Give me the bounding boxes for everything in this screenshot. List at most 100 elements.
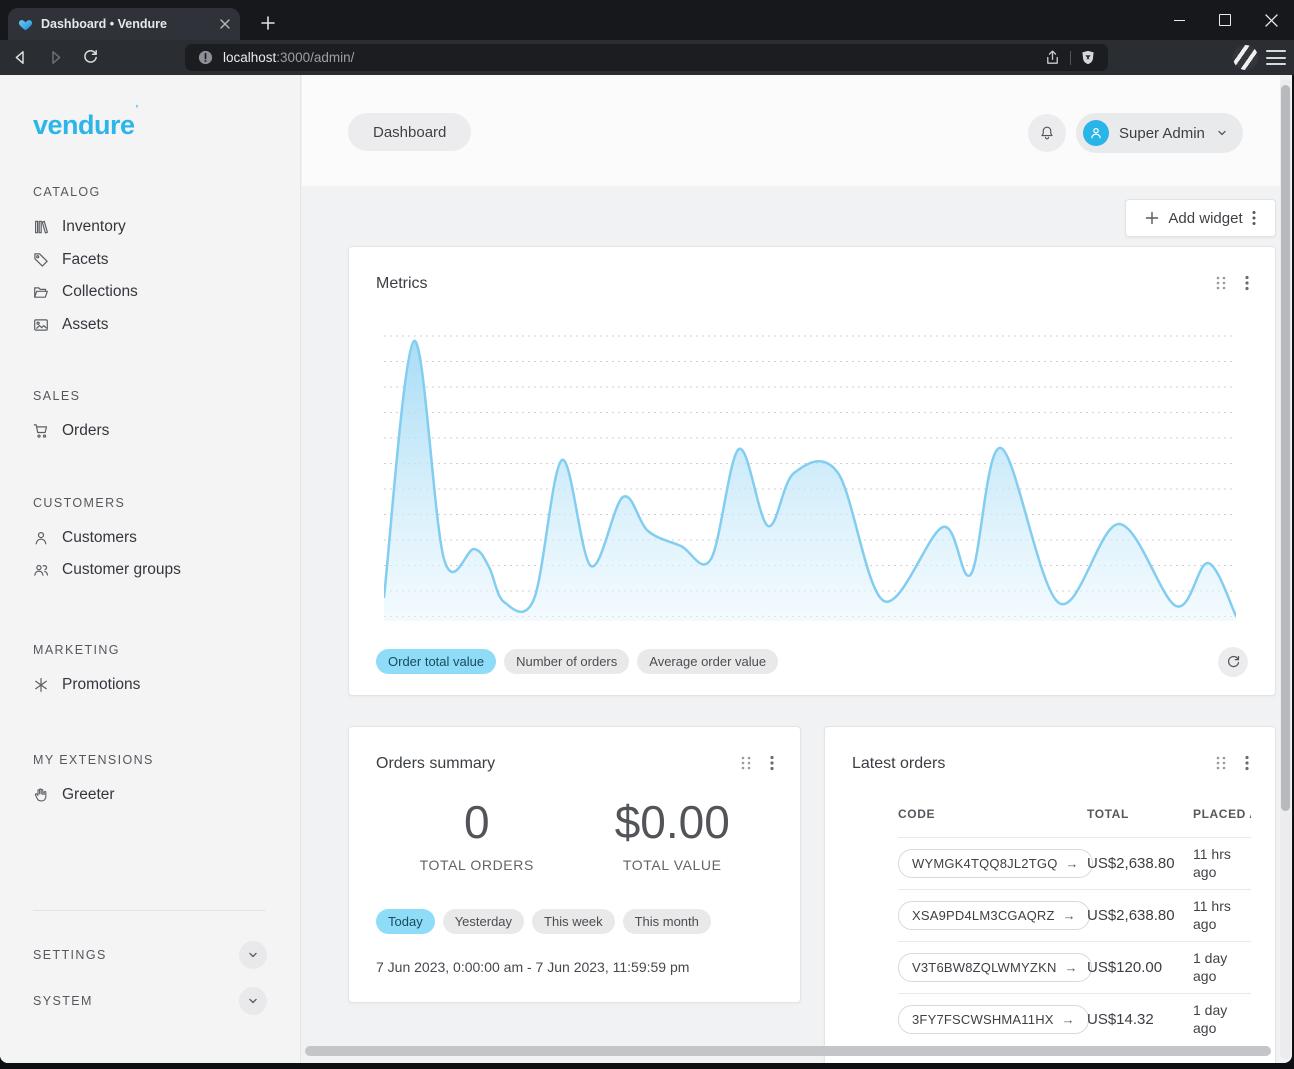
- sidebar-item-assets[interactable]: Assets: [33, 309, 267, 342]
- arrow-right-icon: →: [1063, 908, 1076, 923]
- profile-avatar[interactable]: [1233, 45, 1258, 70]
- menu-icon[interactable]: [1266, 48, 1286, 67]
- sidebar-item-settings[interactable]: SETTINGS: [33, 935, 267, 975]
- sidebar-item-promotions[interactable]: Promotions: [33, 669, 267, 702]
- image-icon: [33, 317, 49, 333]
- kebab-menu-icon[interactable]: [1252, 210, 1256, 226]
- order-code-link[interactable]: 3FY7FSCWSHMA11HX →: [898, 1005, 1089, 1034]
- sidebar-item-customers[interactable]: Customers: [33, 522, 267, 555]
- drag-handle-icon[interactable]: [1215, 755, 1227, 771]
- brave-shield-icon[interactable]: [1080, 49, 1096, 66]
- nav-item-label: Customers: [62, 529, 137, 547]
- tab-order-total-value[interactable]: Order total value: [376, 649, 496, 674]
- orders-summary-widget: Orders summary 0 TOTAL ORDERS $0.00 TOTA…: [348, 726, 801, 1003]
- table-header: CODE TOTAL PLACED AT: [898, 807, 1251, 837]
- order-total: US$2,638.80: [1087, 907, 1193, 924]
- drag-handle-icon[interactable]: [740, 755, 752, 771]
- tab-number-of-orders[interactable]: Number of orders: [504, 649, 629, 674]
- range-yesterday[interactable]: Yesterday: [443, 909, 524, 934]
- main-content: Dashboard Super Admin Add widget: [302, 75, 1280, 1063]
- tab-average-order-value[interactable]: Average order value: [637, 649, 778, 674]
- nav-section-sales: SALES: [33, 389, 267, 403]
- order-placed-at: 1 day ago: [1193, 950, 1251, 985]
- tab-close-icon[interactable]: [220, 19, 230, 29]
- share-icon[interactable]: [1044, 49, 1061, 66]
- browser-toolbar: localhost:3000/admin/: [0, 40, 1294, 75]
- latest-orders-table: CODE TOTAL PLACED AT WYMGK4TQQ8JL2TGQ→ U…: [898, 807, 1251, 1045]
- settings-expand-button[interactable]: [239, 941, 267, 969]
- summary-stats: 0 TOTAL ORDERS $0.00 TOTAL VALUE: [349, 799, 800, 873]
- chevron-down-icon: [1215, 126, 1229, 140]
- range-this-month[interactable]: This month: [623, 909, 711, 934]
- vertical-scrollbar[interactable]: [1280, 79, 1291, 1059]
- sidebar-item-system[interactable]: SYSTEM: [33, 981, 267, 1021]
- window-close-button[interactable]: [1248, 0, 1294, 40]
- drag-handle-icon[interactable]: [1215, 275, 1227, 291]
- add-widget-button[interactable]: Add widget: [1125, 199, 1276, 237]
- refresh-icon: [1226, 655, 1241, 670]
- breadcrumb[interactable]: Dashboard: [348, 113, 471, 151]
- browser-tabstrip: Dashboard • Vendure: [0, 0, 1294, 40]
- nav-item-label: Greeter: [62, 786, 115, 804]
- settings-label: SETTINGS: [33, 948, 107, 962]
- back-button[interactable]: [5, 44, 35, 72]
- stat-total-value: $0.00 TOTAL VALUE: [575, 799, 771, 873]
- sidebar-item-collections[interactable]: Collections: [33, 276, 267, 309]
- orders-summary-title: Orders summary: [376, 755, 495, 773]
- order-code: 3FY7FSCWSHMA11HX: [912, 1012, 1054, 1027]
- stat-total-orders: 0 TOTAL ORDERS: [379, 799, 575, 873]
- order-code-link[interactable]: V3T6BW8ZQLWMYZKN→: [898, 953, 1092, 982]
- nav-item-label: Orders: [62, 422, 109, 440]
- sidebar-item-inventory[interactable]: Inventory: [33, 211, 267, 244]
- browser-window: Dashboard • Vendure localhost: [0, 0, 1294, 1069]
- summary-date-range: 7 Jun 2023, 0:00:00 am - 7 Jun 2023, 11:…: [376, 959, 689, 975]
- total-orders-value: 0: [379, 799, 575, 845]
- order-total: US$14.32: [1087, 1011, 1193, 1028]
- notifications-button[interactable]: [1028, 114, 1066, 152]
- logo-mark: ’: [136, 104, 138, 115]
- range-today[interactable]: Today: [376, 909, 435, 934]
- vendure-favicon: [18, 17, 33, 32]
- nav-item-label: Facets: [62, 251, 109, 269]
- divider: [1070, 51, 1071, 65]
- sidebar-item-greeter[interactable]: Greeter: [33, 779, 267, 812]
- window-minimize-button[interactable]: [1156, 0, 1202, 40]
- arrow-right-icon: →: [1062, 1012, 1075, 1027]
- nav-section-catalog: CATALOG: [33, 185, 267, 199]
- sidebar-item-customer-groups[interactable]: Customer groups: [33, 554, 267, 587]
- url-bar[interactable]: localhost:3000/admin/: [185, 44, 1108, 71]
- forward-button[interactable]: [40, 44, 70, 72]
- nav-section-customers: CUSTOMERS: [33, 496, 267, 510]
- order-code-link[interactable]: XSA9PD4LM3CGAQRZ →: [898, 901, 1090, 930]
- kebab-menu-icon[interactable]: [770, 755, 774, 771]
- url-text: localhost:3000/admin/: [223, 50, 354, 65]
- nav-item-label: Collections: [62, 283, 138, 301]
- window-maximize-button[interactable]: [1202, 0, 1248, 40]
- user-menu[interactable]: Super Admin: [1076, 113, 1243, 153]
- range-this-week[interactable]: This week: [532, 909, 615, 934]
- kebab-menu-icon[interactable]: [1245, 275, 1249, 291]
- vendure-logo[interactable]: vendure’: [0, 75, 300, 139]
- vertical-scrollbar-thumb[interactable]: [1281, 85, 1290, 811]
- browser-tab[interactable]: Dashboard • Vendure: [8, 8, 240, 40]
- horizontal-scrollbar-thumb[interactable]: [305, 1046, 1271, 1056]
- sidebar-item-orders[interactable]: Orders: [33, 415, 267, 448]
- refresh-button[interactable]: [1218, 647, 1248, 677]
- promotion-icon: [33, 677, 49, 693]
- order-placed-at: 11 hrs ago: [1193, 898, 1251, 933]
- column-code: CODE: [898, 807, 1087, 821]
- user-avatar-icon: [1083, 120, 1109, 146]
- new-tab-button[interactable]: [256, 11, 280, 35]
- kebab-menu-icon[interactable]: [1245, 755, 1249, 771]
- horizontal-scrollbar[interactable]: [303, 1045, 1279, 1057]
- order-code-link[interactable]: WYMGK4TQQ8JL2TGQ→: [898, 849, 1093, 878]
- sidebar-item-facets[interactable]: Facets: [33, 244, 267, 277]
- latest-orders-widget: Latest orders CODE TOTAL PLACED AT WYMGK…: [824, 726, 1276, 1063]
- cart-icon: [33, 423, 49, 439]
- order-placed-at: 11 hrs ago: [1193, 846, 1251, 881]
- reload-button[interactable]: [75, 44, 105, 72]
- system-expand-button[interactable]: [239, 987, 267, 1015]
- order-code: XSA9PD4LM3CGAQRZ: [912, 908, 1055, 923]
- site-info-icon[interactable]: [197, 49, 214, 66]
- breadcrumb-label: Dashboard: [373, 124, 446, 141]
